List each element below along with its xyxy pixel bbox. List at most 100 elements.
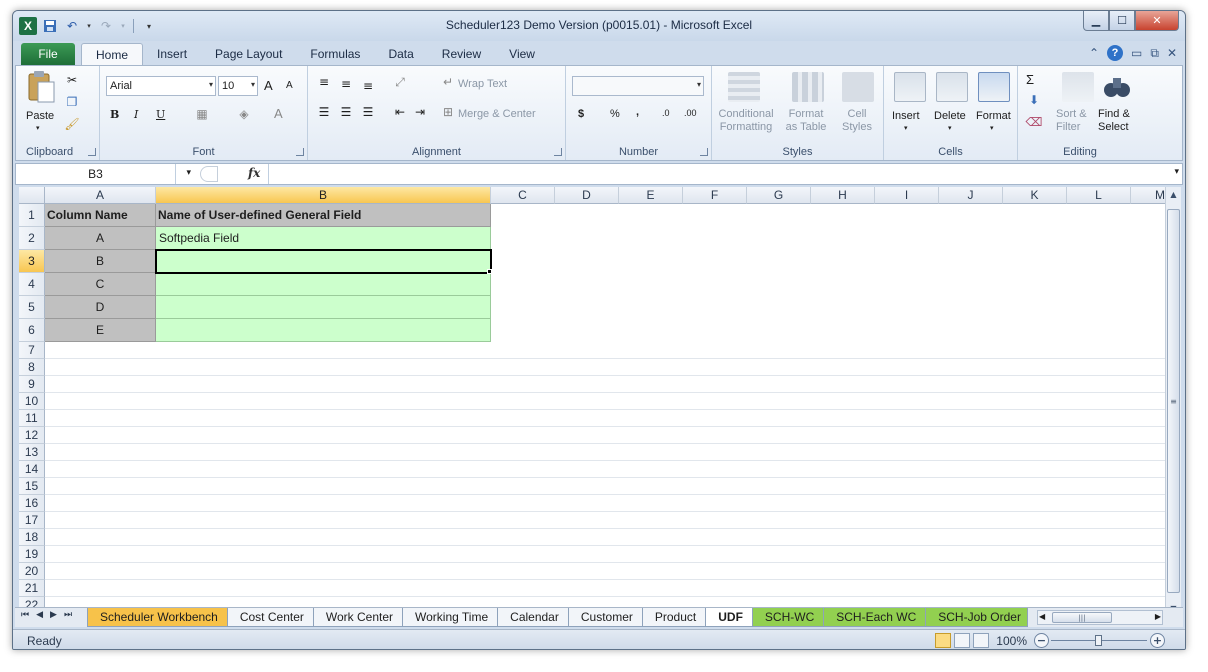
currency-button[interactable]: $ bbox=[578, 108, 584, 120]
row-header-19[interactable]: 19 bbox=[19, 546, 45, 563]
row-header-13[interactable]: 13 bbox=[19, 444, 45, 461]
row-header-12[interactable]: 12 bbox=[19, 427, 45, 444]
tab-formulas[interactable]: Formulas bbox=[296, 43, 374, 65]
delete-cells-button[interactable]: Delete bbox=[934, 110, 966, 122]
row-header-18[interactable]: 18 bbox=[19, 529, 45, 546]
column-header-c[interactable]: C bbox=[491, 187, 555, 204]
row-header-2[interactable]: 2 bbox=[19, 227, 45, 250]
name-box-dropdown-icon[interactable]: ▾ bbox=[186, 167, 191, 178]
cell-b1[interactable]: Name of User-defined General Field bbox=[156, 204, 491, 227]
sheet-tab-work-center[interactable]: Work Center bbox=[312, 608, 407, 627]
clipboard-launcher-icon[interactable] bbox=[88, 148, 96, 156]
sheet-tab-sch-job-order[interactable]: SCH-Job Order bbox=[925, 608, 1028, 627]
sheet-tab-working-time[interactable]: Working Time bbox=[402, 608, 502, 627]
insert-cells-button[interactable]: Insert bbox=[892, 110, 920, 122]
tab-data[interactable]: Data bbox=[374, 43, 427, 65]
row-header-8[interactable]: 8 bbox=[19, 359, 45, 376]
percent-button[interactable]: % bbox=[610, 108, 620, 120]
column-header-l[interactable]: L bbox=[1067, 187, 1131, 204]
column-header-g[interactable]: G bbox=[747, 187, 811, 204]
row-header-6[interactable]: 6 bbox=[19, 319, 45, 342]
clear-icon[interactable]: ⌫ bbox=[1026, 114, 1043, 130]
conditional-formatting-icon[interactable] bbox=[728, 72, 760, 102]
orientation-icon[interactable]: ⤢ bbox=[392, 74, 408, 90]
formula-bar-splitter[interactable] bbox=[200, 166, 218, 182]
last-sheet-icon[interactable]: ⏭ bbox=[64, 610, 72, 620]
column-header-k[interactable]: K bbox=[1003, 187, 1067, 204]
cell-a1[interactable]: Column Name bbox=[45, 204, 156, 227]
alignment-launcher-icon[interactable] bbox=[554, 148, 562, 156]
borders-icon[interactable]: ▦ bbox=[194, 106, 210, 122]
sheet-tab-sch-each-wc[interactable]: SCH-Each WC bbox=[823, 608, 930, 627]
merge-center-icon[interactable]: ⊞ bbox=[440, 104, 456, 120]
zoom-slider[interactable] bbox=[1051, 635, 1147, 646]
sheet-tab-product[interactable]: Product bbox=[641, 608, 710, 627]
find-select-icon[interactable] bbox=[1102, 72, 1132, 105]
cell-a2[interactable]: A bbox=[45, 227, 156, 250]
number-launcher-icon[interactable] bbox=[700, 148, 708, 156]
row-header-14[interactable]: 14 bbox=[19, 461, 45, 478]
row-header-15[interactable]: 15 bbox=[19, 478, 45, 495]
page-break-view-icon[interactable] bbox=[973, 633, 989, 648]
font-name-dropdown-icon[interactable]: ▾ bbox=[209, 80, 213, 89]
italic-button[interactable]: I bbox=[134, 108, 138, 121]
scroll-up-icon[interactable]: ▲ bbox=[1166, 187, 1181, 201]
column-header-a[interactable]: A bbox=[45, 187, 156, 204]
cell-a6[interactable]: E bbox=[45, 319, 156, 342]
format-dropdown-icon[interactable]: ▾ bbox=[990, 124, 994, 132]
delete-dropdown-icon[interactable]: ▾ bbox=[948, 124, 952, 132]
insert-function-icon[interactable]: fx bbox=[248, 166, 260, 180]
bold-button[interactable]: B bbox=[110, 108, 119, 121]
row-header-3[interactable]: 3 bbox=[19, 250, 45, 273]
format-cells-icon[interactable] bbox=[978, 72, 1010, 102]
scroll-left-icon[interactable]: ◀ bbox=[1039, 612, 1045, 621]
tab-view[interactable]: View bbox=[495, 43, 549, 65]
column-header-j[interactable]: J bbox=[939, 187, 1003, 204]
tab-home[interactable]: Home bbox=[81, 43, 144, 65]
number-format-dropdown-icon[interactable]: ▾ bbox=[697, 80, 701, 89]
align-middle-icon[interactable]: ≡ bbox=[338, 76, 354, 92]
help-icon[interactable]: ? bbox=[1107, 45, 1124, 61]
expand-formula-bar-icon[interactable]: ▾ bbox=[1174, 167, 1179, 177]
workbook-restore-icon[interactable]: ⧉ bbox=[1150, 46, 1159, 61]
zoom-slider-thumb[interactable] bbox=[1095, 635, 1102, 646]
insert-dropdown-icon[interactable]: ▾ bbox=[904, 124, 908, 132]
vertical-scroll-thumb[interactable]: ≡ bbox=[1167, 209, 1180, 593]
paste-dropdown-icon[interactable]: ▾ bbox=[36, 124, 40, 132]
sheet-tab-scheduler-workbench[interactable]: Scheduler Workbench bbox=[87, 608, 231, 627]
font-size-dropdown-icon[interactable]: ▾ bbox=[251, 80, 255, 89]
row-header-5[interactable]: 5 bbox=[19, 296, 45, 319]
worksheet-grid[interactable]: A B C D E F G H I J K L M 1 2 3 4 5 6 7 … bbox=[19, 187, 1165, 607]
conditional-formatting-button[interactable]: Conditional Formatting bbox=[716, 108, 776, 134]
cell-a5[interactable]: D bbox=[45, 296, 156, 319]
cut-icon[interactable]: ✂ bbox=[64, 72, 80, 88]
fill-handle[interactable] bbox=[487, 269, 492, 274]
column-header-b[interactable]: B bbox=[156, 187, 491, 204]
fill-color-icon[interactable]: ◈ bbox=[236, 106, 252, 122]
format-as-table-icon[interactable] bbox=[792, 72, 824, 102]
font-launcher-icon[interactable] bbox=[296, 148, 304, 156]
sheet-tab-customer[interactable]: Customer bbox=[567, 608, 646, 627]
row-header-21[interactable]: 21 bbox=[19, 580, 45, 597]
wrap-text-label[interactable]: Wrap Text bbox=[458, 78, 507, 90]
autosum-icon[interactable]: Σ bbox=[1026, 72, 1034, 87]
row-header-11[interactable]: 11 bbox=[19, 410, 45, 427]
align-right-icon[interactable]: ☰ bbox=[360, 104, 376, 120]
decrease-decimal-button[interactable]: .00 bbox=[684, 108, 697, 118]
tab-page-layout[interactable]: Page Layout bbox=[201, 43, 296, 65]
formula-input[interactable] bbox=[268, 164, 1164, 184]
comma-button[interactable]: , bbox=[636, 106, 639, 118]
cell-styles-button[interactable]: Cell Styles bbox=[834, 108, 880, 134]
paste-button[interactable] bbox=[26, 70, 56, 109]
tab-insert[interactable]: Insert bbox=[143, 43, 201, 65]
increase-indent-icon[interactable]: ⇥ bbox=[412, 104, 428, 120]
sort-filter-icon[interactable] bbox=[1062, 72, 1094, 102]
align-top-icon[interactable]: ≡ bbox=[316, 74, 332, 90]
first-sheet-icon[interactable]: ⏮ bbox=[21, 610, 29, 620]
column-header-e[interactable]: E bbox=[619, 187, 683, 204]
normal-view-icon[interactable] bbox=[935, 633, 951, 648]
maximize-icon[interactable]: ☐ bbox=[1109, 11, 1135, 31]
align-bottom-icon[interactable]: ≡ bbox=[360, 78, 376, 94]
font-name-combo[interactable]: Arial ▾ bbox=[106, 76, 216, 96]
cell-b4[interactable] bbox=[156, 273, 491, 296]
